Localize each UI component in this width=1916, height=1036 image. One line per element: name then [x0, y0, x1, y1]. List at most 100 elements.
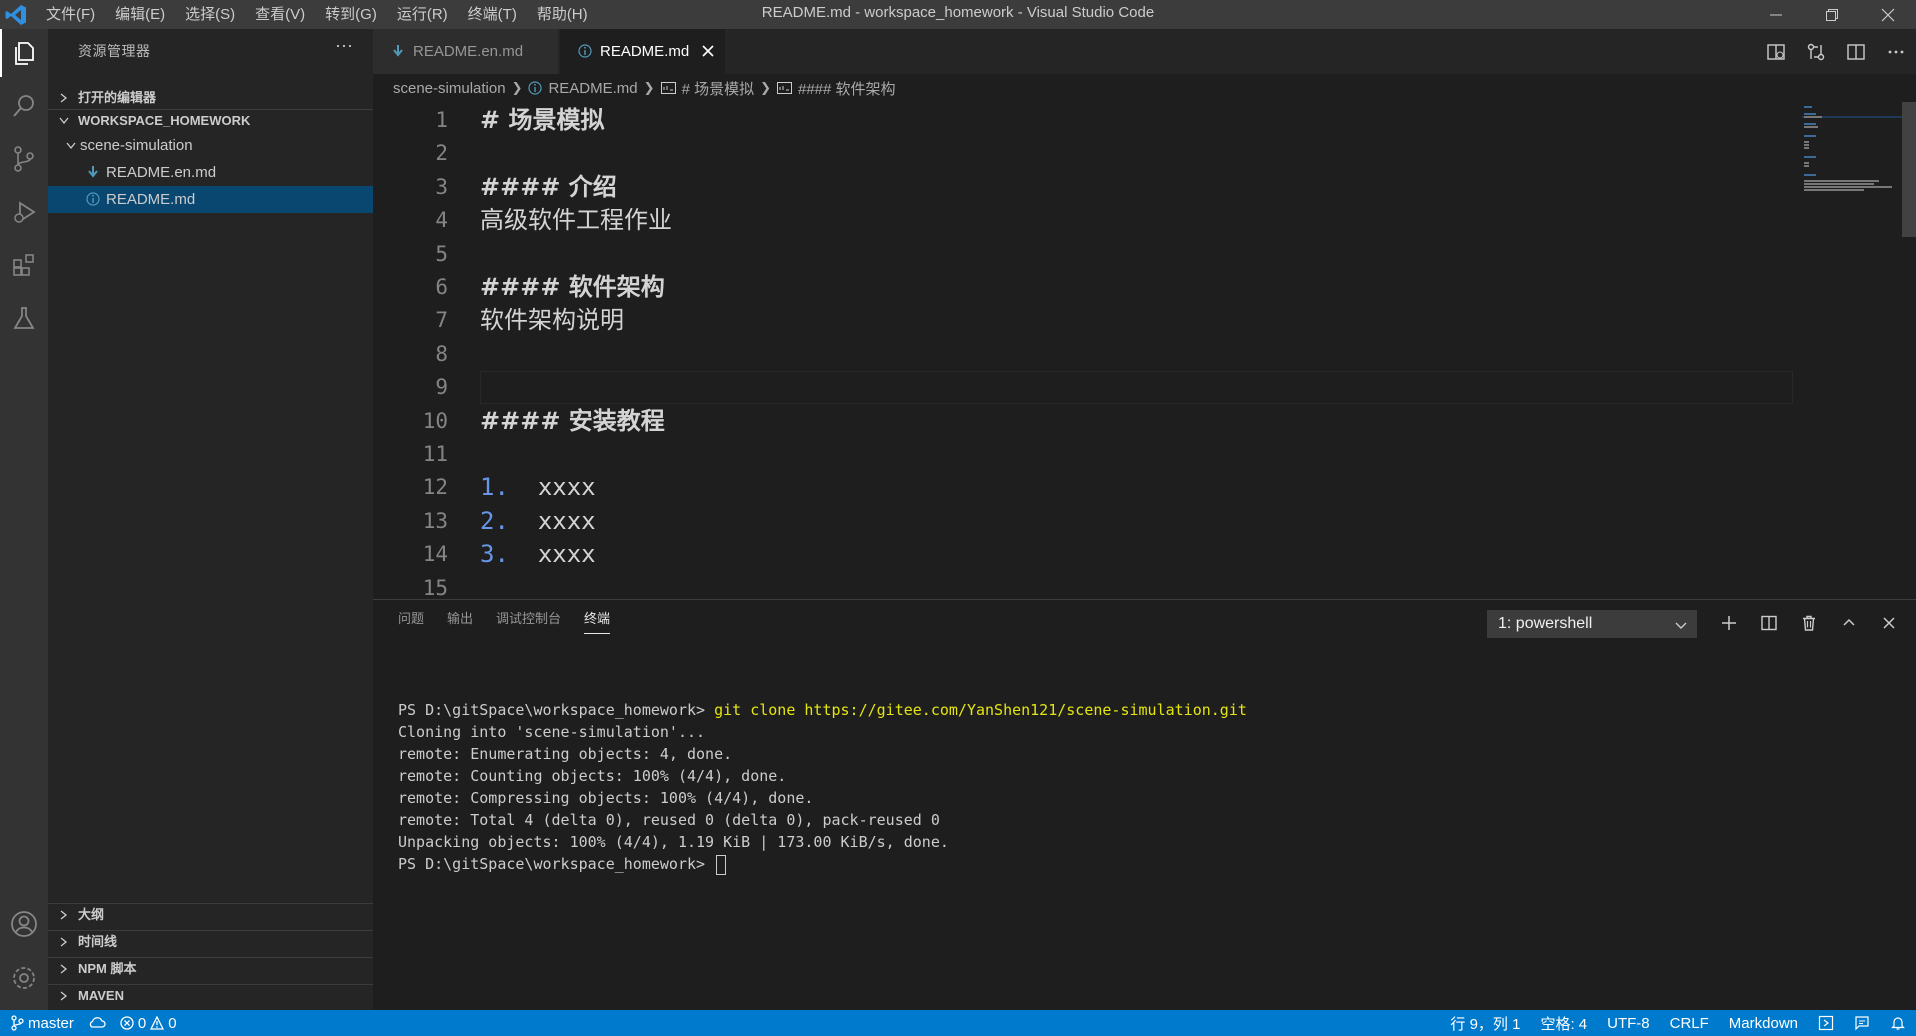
- section-label: NPM 脚本: [78, 961, 137, 976]
- heading-text: 安装教程: [568, 407, 665, 435]
- indentation[interactable]: 空格: 4: [1540, 1013, 1587, 1034]
- vscode-logo-icon: [5, 5, 26, 25]
- breadcrumb-file[interactable]: README.md: [548, 80, 637, 97]
- string-symbol-icon: [660, 82, 676, 94]
- editor-actions: [1756, 29, 1916, 74]
- menu-terminal[interactable]: 终端(T): [458, 0, 527, 29]
- heading-text: 场景模拟: [508, 106, 605, 134]
- workspace-section[interactable]: WORKSPACE_HOMEWORK: [48, 109, 373, 132]
- menu-view[interactable]: 查看(V): [245, 0, 315, 29]
- menu-file[interactable]: 文件(F): [36, 0, 105, 29]
- close-panel-button[interactable]: [1869, 610, 1909, 636]
- section-label: 时间线: [78, 934, 118, 949]
- panel-actions: [1709, 610, 1909, 636]
- search-activity-button[interactable]: [0, 82, 48, 130]
- branch-name: master: [28, 1014, 74, 1032]
- plus-icon: [1722, 616, 1736, 630]
- restore-button[interactable]: [1804, 0, 1860, 29]
- tab-readme[interactable]: README.md: [560, 29, 725, 74]
- chevron-right-icon: [60, 910, 68, 920]
- menu-edit[interactable]: 编辑(E): [105, 0, 175, 29]
- maven-section[interactable]: MAVEN: [48, 984, 373, 1006]
- scrollbar-thumb[interactable]: [1902, 102, 1916, 237]
- explorer-activity-button[interactable]: [0, 29, 48, 77]
- file-readme-en[interactable]: README.en.md: [48, 159, 373, 186]
- menu-go[interactable]: 转到(G): [315, 0, 387, 29]
- bell-icon[interactable]: [1890, 1015, 1906, 1031]
- open-preview-button[interactable]: [1756, 29, 1796, 74]
- testing-activity-button[interactable]: [0, 294, 48, 342]
- minimize-button[interactable]: [1748, 0, 1804, 29]
- close-window-button[interactable]: [1860, 0, 1916, 29]
- editor-line: 9: [373, 371, 1793, 404]
- maximize-panel-button[interactable]: [1829, 610, 1869, 636]
- line-content: 1. xxxx: [480, 471, 596, 504]
- menu-bar: 文件(F) 编辑(E) 选择(S) 查看(V) 转到(G) 运行(R) 终端(T…: [36, 0, 598, 29]
- more-editor-actions-button[interactable]: [1876, 29, 1916, 74]
- cursor-position[interactable]: 行 9，列 1: [1450, 1013, 1520, 1034]
- outline-section[interactable]: 大纲: [48, 903, 373, 925]
- section-label: 大纲: [78, 907, 105, 922]
- terminal-prompt: PS D:\gitSpace\workspace_homework>: [398, 701, 715, 719]
- terminal-output[interactable]: PS D:\gitSpace\workspace_homework> git c…: [398, 699, 1247, 875]
- source-control-icon: [14, 146, 34, 172]
- compare-changes-button[interactable]: [1796, 29, 1836, 74]
- tab-terminal[interactable]: 终端: [572, 600, 621, 638]
- status-right: 行 9，列 1 空格: 4 UTF-8 CRLF Markdown: [1450, 1010, 1906, 1036]
- tab-output[interactable]: 输出: [435, 600, 484, 638]
- split-editor-button[interactable]: [1836, 29, 1876, 74]
- info-icon: [528, 81, 543, 95]
- close-tab-icon[interactable]: [702, 45, 714, 57]
- npm-scripts-section[interactable]: NPM 脚本: [48, 957, 373, 979]
- timeline-section[interactable]: 时间线: [48, 930, 373, 952]
- language-mode[interactable]: Markdown: [1729, 1015, 1798, 1032]
- preview-toggle-icon[interactable]: [1818, 1015, 1834, 1031]
- folder-scene-simulation[interactable]: scene-simulation: [48, 132, 373, 159]
- line-ending[interactable]: CRLF: [1670, 1015, 1709, 1032]
- accounts-activity-button[interactable]: [0, 900, 48, 948]
- new-terminal-button[interactable]: [1709, 610, 1749, 636]
- problems-status[interactable]: 0 0: [120, 1015, 177, 1032]
- code-editor[interactable]: 1 # 场景模拟 2 3 #### 介绍 4 高级软件工程作业 5 6 #### 软件架构 7 软件架…: [373, 102, 1916, 599]
- extensions-activity-button[interactable]: [0, 241, 48, 289]
- minimize-icon: [1770, 14, 1782, 15]
- source-control-activity-button[interactable]: [0, 135, 48, 183]
- file-readme[interactable]: README.md: [48, 186, 373, 213]
- git-branch-icon: [11, 1015, 24, 1031]
- terminal-line: Unpacking objects: 100% (4/4), 1.19 KiB …: [398, 833, 949, 851]
- terminal-select[interactable]: 1: powershell: [1487, 610, 1697, 638]
- split-terminal-button[interactable]: [1749, 610, 1789, 636]
- menu-selection[interactable]: 选择(S): [175, 0, 245, 29]
- line-content: 3. xxxx: [480, 538, 596, 571]
- sync-status[interactable]: [88, 1016, 106, 1030]
- heading-marker: ####: [480, 173, 561, 201]
- list-marker: 2.: [480, 507, 509, 535]
- run-debug-activity-button[interactable]: [0, 188, 48, 236]
- menu-run[interactable]: 运行(R): [387, 0, 458, 29]
- line-content: #### 安装教程: [480, 405, 665, 438]
- branch-status[interactable]: master: [10, 1015, 74, 1032]
- breadcrumb-heading1[interactable]: # 场景模拟: [682, 78, 755, 99]
- encoding[interactable]: UTF-8: [1607, 1015, 1650, 1032]
- kill-terminal-button[interactable]: [1789, 610, 1829, 636]
- breadcrumb-heading4[interactable]: #### 软件架构: [798, 78, 896, 99]
- more-actions-button[interactable]: ···: [335, 35, 353, 56]
- editor-line: 6 #### 软件架构: [373, 271, 1793, 304]
- info-icon: [86, 192, 100, 206]
- vertical-scrollbar[interactable]: [1902, 102, 1916, 599]
- tab-debug-console[interactable]: 调试控制台: [484, 600, 572, 638]
- line-number: 3: [435, 175, 448, 199]
- tab-readme-en[interactable]: README.en.md: [373, 29, 558, 74]
- line-content: 高级软件工程作业: [480, 206, 672, 234]
- terminal-command-line: PS D:\gitSpace\workspace_homework> git c…: [398, 699, 1247, 721]
- tab-problems[interactable]: 问题: [373, 600, 435, 638]
- feedback-icon[interactable]: [1854, 1015, 1870, 1031]
- line-content: # 场景模拟: [480, 104, 604, 137]
- compare-changes-icon: [1807, 43, 1825, 60]
- open-editors-section[interactable]: 打开的编辑器: [48, 87, 373, 109]
- breadcrumb-folder[interactable]: scene-simulation: [393, 80, 506, 97]
- minimap[interactable]: [1802, 102, 1902, 599]
- manage-activity-button[interactable]: [0, 954, 48, 1002]
- menu-help[interactable]: 帮助(H): [527, 0, 598, 29]
- line-number: 11: [422, 442, 448, 466]
